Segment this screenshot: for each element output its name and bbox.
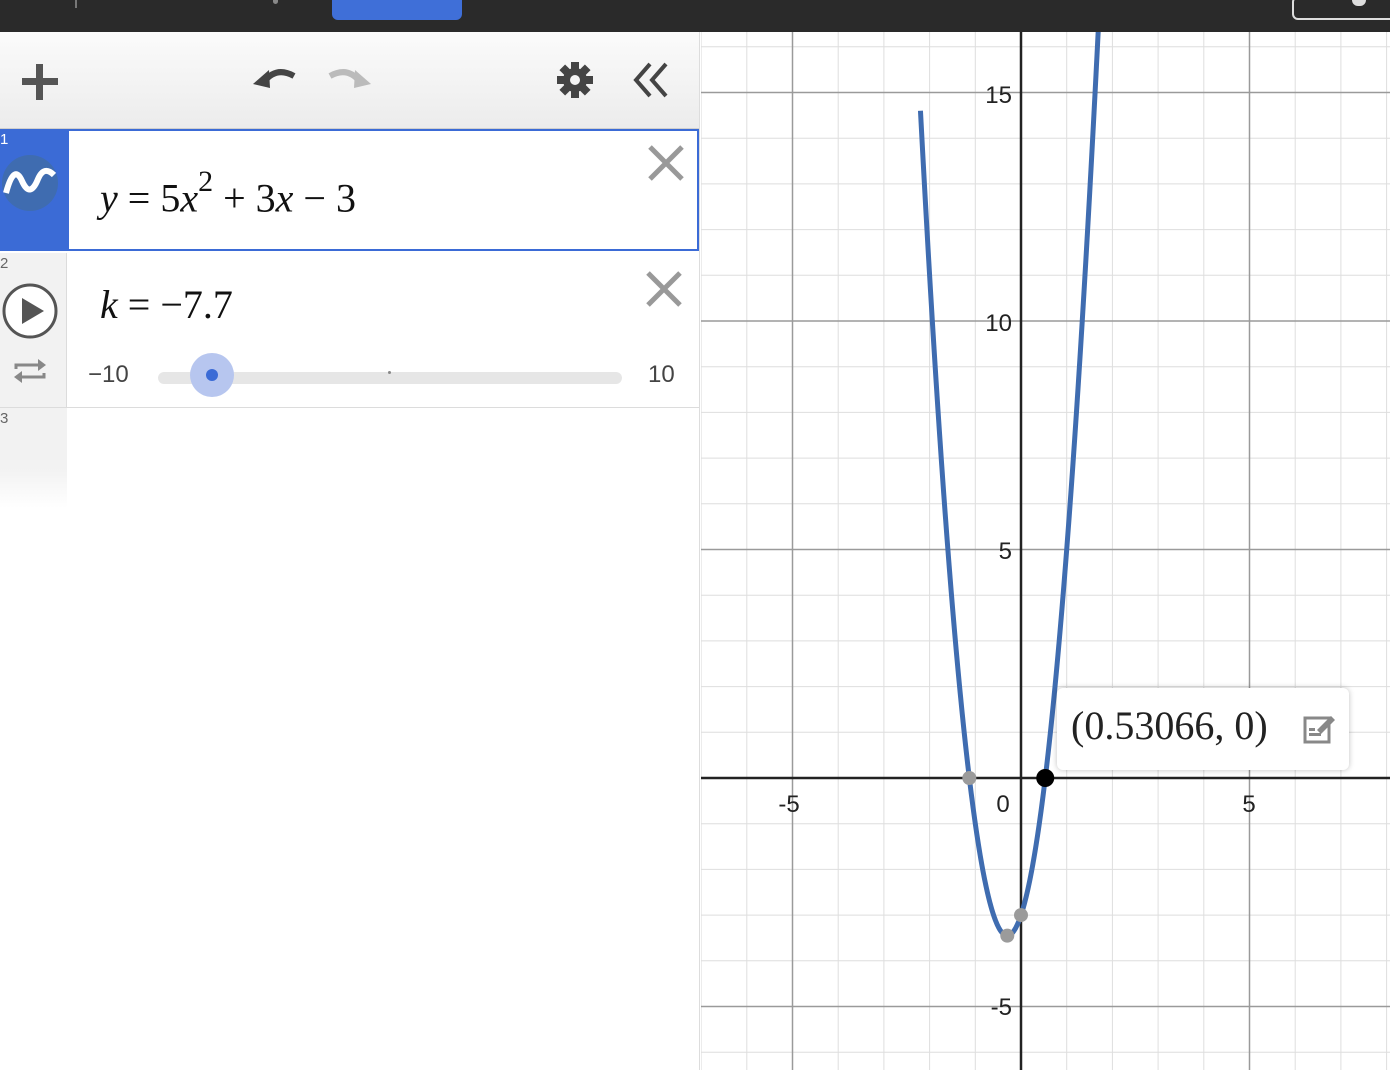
delete-expression-icon[interactable] <box>644 269 684 309</box>
selected-root-point[interactable] <box>1036 769 1055 787</box>
settings-icon[interactable] <box>555 60 595 100</box>
math-exponent: 2 <box>198 165 214 198</box>
loop-direction-icon[interactable] <box>12 357 48 385</box>
expression-input[interactable]: k = −7.7 <box>100 281 233 328</box>
expression-toolbar <box>0 32 699 129</box>
expression-row-2[interactable]: 2 k = −7.7 −10 10 <box>0 253 699 408</box>
math-var-y: y <box>100 175 118 221</box>
point-coordinate-label: (0.53066, 0) <box>1071 703 1268 748</box>
edit-point-icon[interactable] <box>1301 710 1337 746</box>
graph-canvas[interactable]: -5 0 5 15 10 5 -5 <box>701 32 1390 1070</box>
undo-icon[interactable] <box>250 60 298 96</box>
math-text: − 3 <box>293 175 356 221</box>
graph-visibility-icon[interactable] <box>0 153 60 213</box>
add-icon[interactable] <box>20 62 60 102</box>
slider-min-label[interactable]: −10 <box>88 361 129 389</box>
expression-gutter: 3 <box>0 408 67 508</box>
expression-gutter: 2 <box>0 253 67 407</box>
math-text: + 3 <box>213 175 276 221</box>
top-bar-divider <box>75 0 77 8</box>
y-tick-label: 15 <box>985 82 1012 109</box>
y-tick-label: 5 <box>999 538 1012 565</box>
math-var-k: k <box>100 282 118 327</box>
slider-handle[interactable] <box>206 369 218 381</box>
point-coordinate-tooltip: (0.53066, 0) <box>1057 688 1349 770</box>
top-bar-account-button[interactable] <box>1292 0 1390 20</box>
collapse-panel-icon[interactable] <box>632 60 672 100</box>
slider-max-label[interactable]: 10 <box>648 361 675 389</box>
expression-panel: 1 y = 5x2 + 3x − 3 2 k = −7.7 −10 10 3 <box>0 32 700 1070</box>
slider-center-mark <box>388 371 391 374</box>
x-tick-label: 5 <box>1242 791 1255 818</box>
expression-number: 1 <box>0 131 9 148</box>
y-tick-label: -5 <box>991 994 1012 1021</box>
play-icon[interactable] <box>0 281 60 341</box>
delete-expression-icon[interactable] <box>646 143 686 183</box>
expression-number: 2 <box>0 255 9 272</box>
math-text: = 5 <box>117 175 181 221</box>
graph-paper[interactable]: -5 0 5 15 10 5 -5 (0.53066, 0) <box>701 32 1390 1070</box>
y-intercept-point[interactable] <box>1014 908 1028 923</box>
x-tick-label: 0 <box>996 791 1009 818</box>
root-point[interactable] <box>962 771 977 785</box>
expression-row-3[interactable]: 3 <box>0 408 699 508</box>
expression-input[interactable]: y = 5x2 + 3x − 3 <box>100 165 356 221</box>
x-tick-label: -5 <box>778 791 799 818</box>
math-var-x: x <box>275 175 294 221</box>
y-tick-label: 10 <box>985 310 1012 337</box>
vertex-point[interactable] <box>1000 928 1015 943</box>
redo-icon[interactable] <box>326 60 374 96</box>
top-bar-marker <box>273 0 278 4</box>
expression-row-1[interactable]: 1 y = 5x2 + 3x − 3 <box>0 129 699 251</box>
expression-number: 3 <box>0 410 9 427</box>
math-var-x: x <box>180 175 199 221</box>
expression-gutter: 1 <box>0 129 69 251</box>
top-bar-active-button[interactable] <box>332 0 462 20</box>
top-bar <box>0 0 1390 32</box>
math-text: = −7.7 <box>117 282 233 327</box>
